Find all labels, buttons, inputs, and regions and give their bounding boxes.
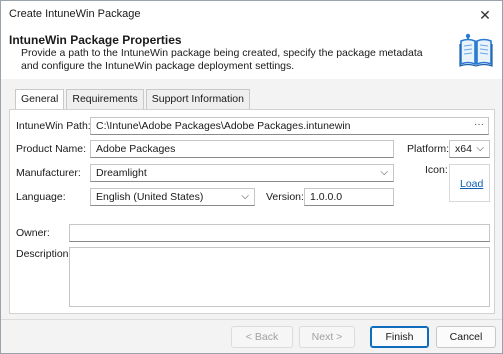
header-title: IntuneWin Package Properties	[9, 33, 182, 47]
owner-field[interactable]	[69, 224, 490, 242]
product-name-field[interactable]: Adobe Packages	[90, 140, 394, 158]
product-name-value: Adobe Packages	[96, 143, 176, 155]
general-panel: IntuneWin Path: C:\Intune\Adobe Packages…	[9, 109, 495, 314]
chevron-down-icon: ⌵	[476, 143, 484, 154]
intunewin-path-label: IntuneWin Path:	[16, 120, 91, 132]
dialog-window: Create IntuneWin Package ✕ IntuneWin Pac…	[0, 0, 503, 354]
manufacturer-label: Manufacturer:	[16, 167, 81, 179]
browse-icon[interactable]: ···	[474, 118, 484, 133]
back-button[interactable]: < Back	[231, 326, 293, 348]
version-value: 1.0.0.0	[310, 191, 343, 203]
description-textarea[interactable]	[69, 247, 490, 307]
version-label: Version:	[266, 191, 304, 203]
chevron-down-icon: ⌵	[380, 167, 388, 178]
description-label: Description:	[16, 248, 72, 260]
intunewin-path-value: C:\Intune\Adobe Packages\Adobe Packages.…	[96, 120, 351, 132]
header-description: Provide a path to the IntuneWin package …	[21, 47, 423, 72]
title-bar: Create IntuneWin Package ✕	[1, 1, 502, 29]
intunewin-path-field[interactable]: C:\Intune\Adobe Packages\Adobe Packages.…	[90, 117, 489, 135]
platform-label: Platform:	[407, 143, 450, 155]
chevron-down-icon: ⌵	[241, 191, 249, 202]
footer-divider	[1, 319, 502, 320]
window-title: Create IntuneWin Package	[9, 8, 141, 20]
language-dropdown[interactable]: English (United States) ⌵	[90, 188, 255, 206]
tab-support-information[interactable]: Support Information	[145, 89, 250, 109]
tab-general[interactable]: General	[15, 89, 65, 110]
manufacturer-value: Dreamlight	[96, 167, 147, 179]
platform-dropdown[interactable]: x64 ⌵	[449, 140, 490, 158]
manufacturer-dropdown[interactable]: Dreamlight ⌵	[90, 164, 394, 182]
platform-value: x64	[455, 143, 472, 155]
language-value: English (United States)	[96, 191, 204, 203]
icon-label: Icon:	[425, 164, 448, 176]
finish-button[interactable]: Finish	[370, 326, 429, 348]
book-icon	[459, 33, 493, 67]
icon-preview-box: Load	[449, 164, 490, 202]
header-banner: IntuneWin Package Properties Provide a p…	[1, 29, 502, 79]
tab-strip: General Requirements Support Information	[15, 89, 252, 110]
cancel-button[interactable]: Cancel	[436, 326, 496, 348]
language-label: Language:	[16, 191, 66, 203]
close-icon[interactable]: ✕	[474, 4, 496, 26]
tab-requirements[interactable]: Requirements	[66, 89, 144, 109]
next-button[interactable]: Next >	[299, 326, 355, 348]
owner-label: Owner:	[16, 227, 50, 239]
product-name-label: Product Name:	[16, 143, 87, 155]
load-icon-link[interactable]: Load	[460, 178, 483, 190]
version-field[interactable]: 1.0.0.0	[304, 188, 394, 206]
